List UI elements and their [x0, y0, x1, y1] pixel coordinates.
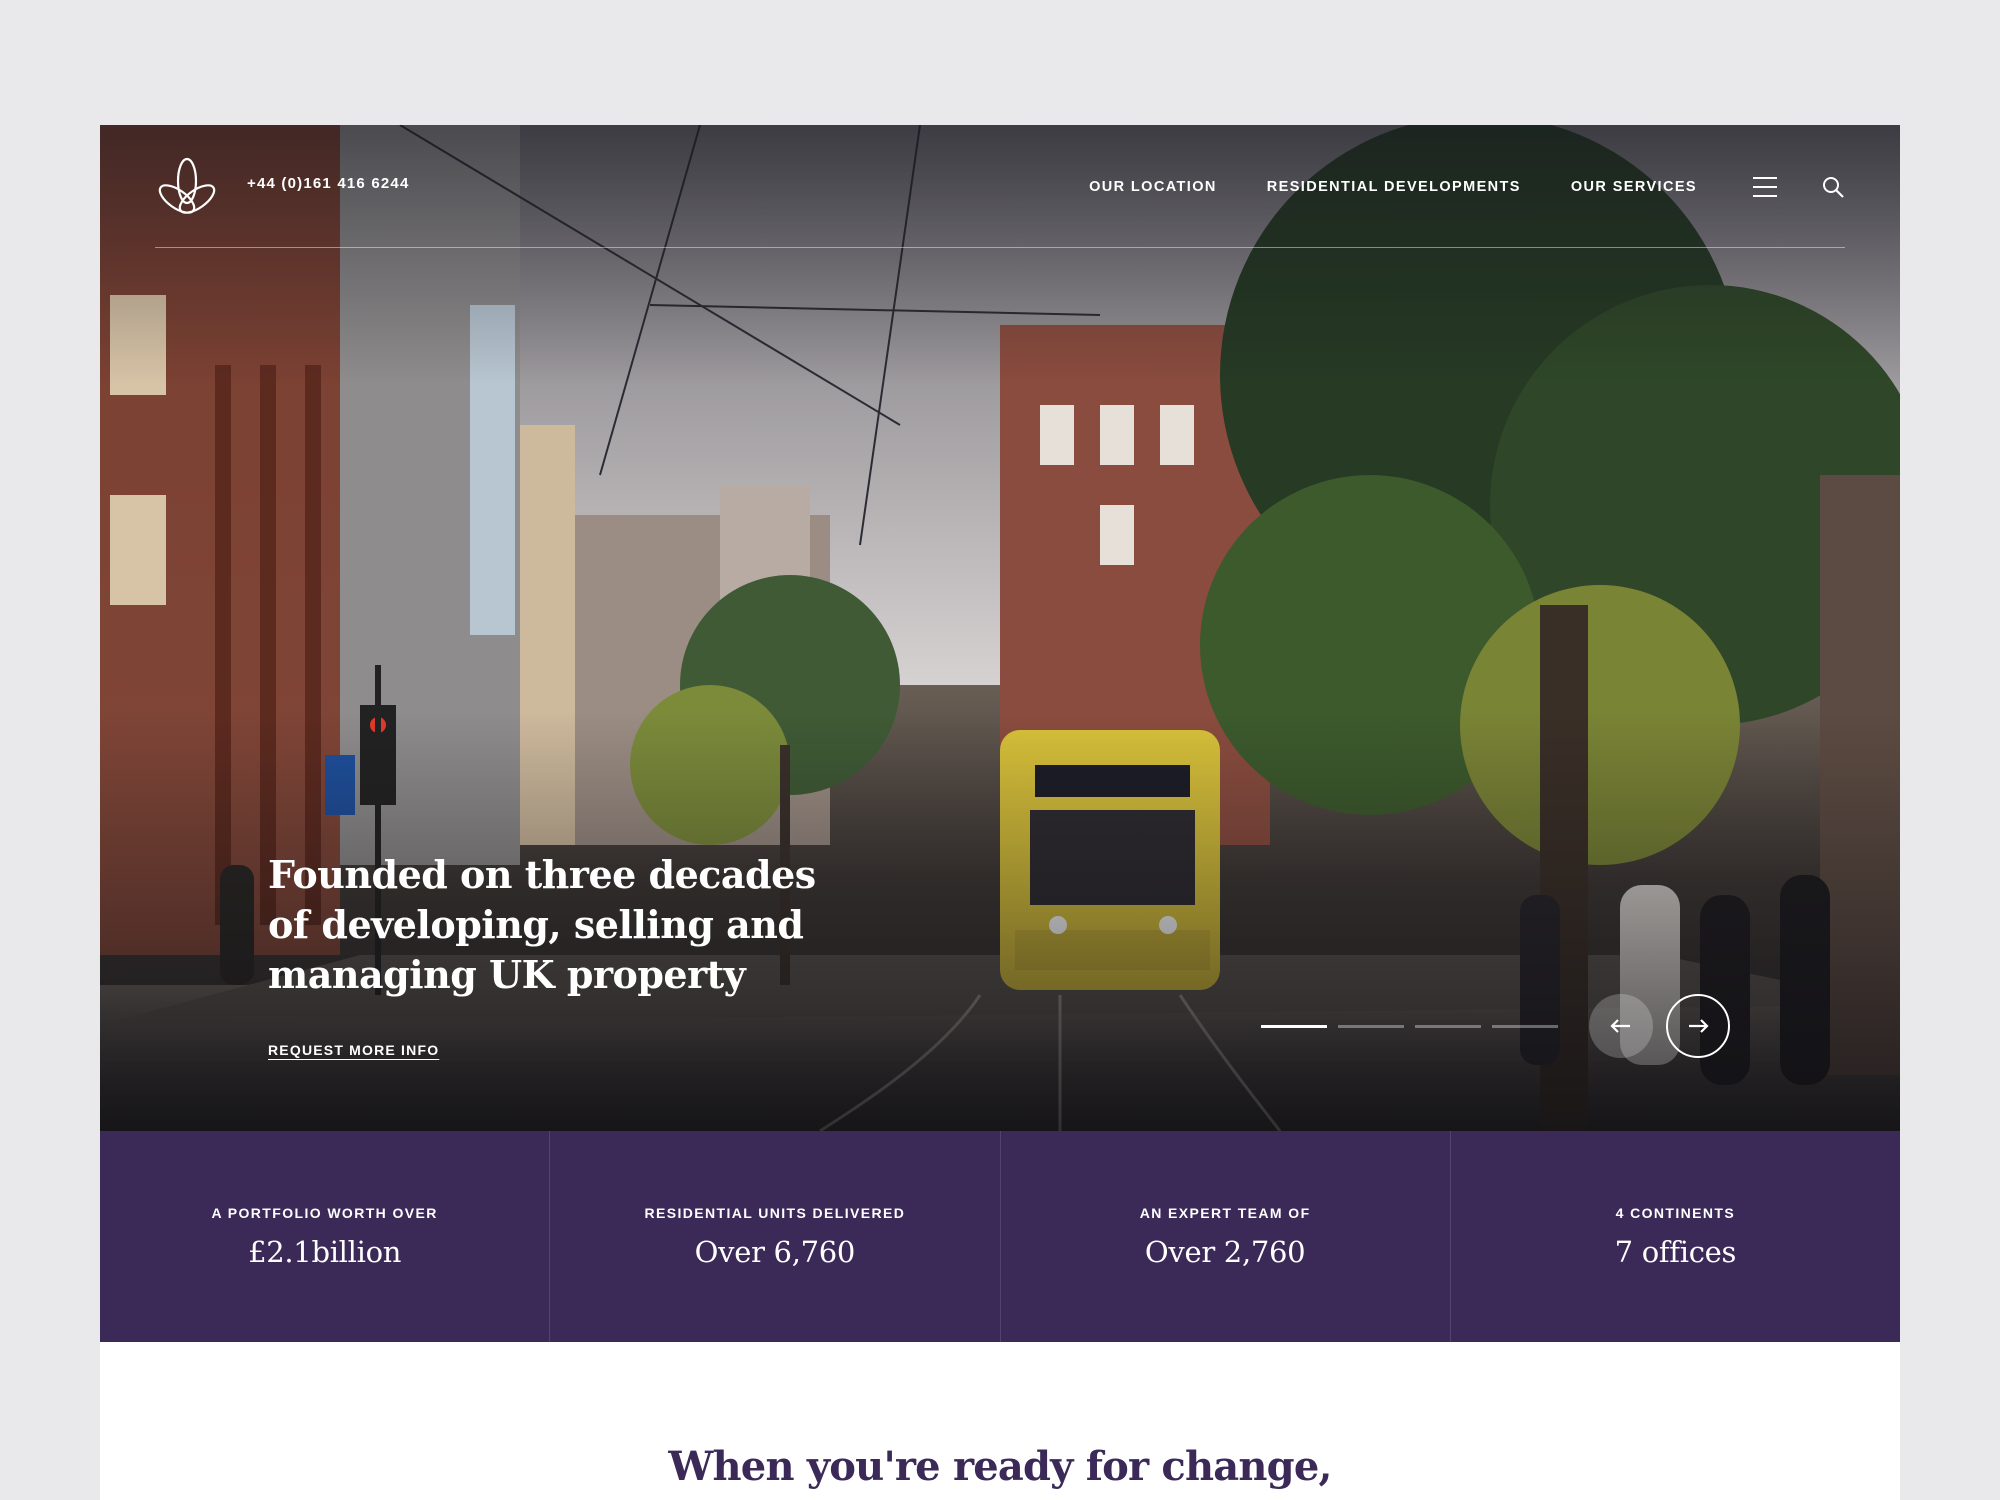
stat-units: RESIDENTIAL UNITS DELIVERED Over 6,760 — [550, 1131, 1001, 1342]
stat-offices: 4 CONTINENTS 7 offices — [1451, 1131, 1900, 1342]
next-slide-button[interactable] — [1666, 994, 1730, 1058]
slide-progress — [1261, 1025, 1569, 1028]
stat-label: RESIDENTIAL UNITS DELIVERED — [644, 1205, 906, 1221]
nav-residential-developments[interactable]: RESIDENTIAL DEVELOPMENTS — [1267, 179, 1521, 195]
page-frame: +44 (0)161 416 6244 OUR LOCATION RESIDEN… — [100, 125, 1900, 1500]
stats-bar: A PORTFOLIO WORTH OVER £2.1billion RESID… — [100, 1131, 1900, 1342]
logo-icon[interactable] — [155, 155, 219, 219]
hero-slider: +44 (0)161 416 6244 OUR LOCATION RESIDEN… — [100, 125, 1900, 1131]
slide-indicator-2[interactable] — [1338, 1025, 1404, 1028]
stat-label: 4 CONTINENTS — [1615, 1205, 1736, 1221]
search-icon[interactable] — [1821, 175, 1845, 199]
intro-heading: When you're ready for change, — [668, 1443, 1332, 1490]
stat-label: AN EXPERT TEAM OF — [1139, 1205, 1311, 1221]
stat-portfolio: A PORTFOLIO WORTH OVER £2.1billion — [100, 1131, 551, 1342]
nav-our-services[interactable]: OUR SERVICES — [1571, 179, 1697, 195]
request-info-link[interactable]: REQUEST MORE INFO — [268, 1042, 439, 1058]
stat-value: Over 2,760 — [1144, 1235, 1306, 1269]
stat-label: A PORTFOLIO WORTH OVER — [211, 1205, 438, 1221]
stat-value: £2.1billion — [248, 1235, 402, 1269]
main-nav: OUR LOCATION RESIDENTIAL DEVELOPMENTS OU… — [1039, 175, 1845, 199]
slide-indicator-3[interactable] — [1415, 1025, 1481, 1028]
arrow-right-icon — [1689, 1019, 1709, 1033]
stat-value: Over 6,760 — [694, 1235, 856, 1269]
phone-number[interactable]: +44 (0)161 416 6244 — [247, 175, 410, 192]
menu-icon[interactable] — [1753, 177, 1777, 197]
hero-headline: Founded on three decades of developing, … — [268, 852, 816, 997]
prev-slide-button[interactable] — [1589, 994, 1653, 1058]
slide-indicator-1[interactable] — [1261, 1025, 1327, 1028]
site-header: +44 (0)161 416 6244 OUR LOCATION RESIDEN… — [155, 155, 1845, 248]
arrow-left-icon — [1610, 1019, 1630, 1033]
stat-team: AN EXPERT TEAM OF Over 2,760 — [1001, 1131, 1451, 1342]
stat-value: 7 offices — [1614, 1235, 1737, 1269]
nav-our-location[interactable]: OUR LOCATION — [1089, 179, 1217, 195]
slide-indicator-4[interactable] — [1492, 1025, 1558, 1028]
